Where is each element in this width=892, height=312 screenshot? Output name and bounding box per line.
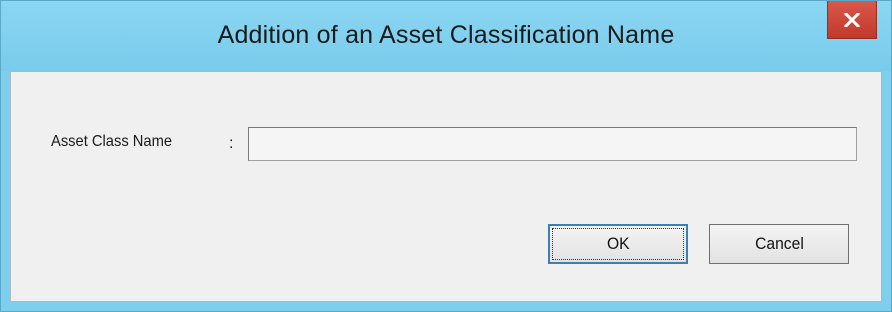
asset-class-name-label: Asset Class Name: [51, 133, 173, 150]
ok-button-label: OK: [606, 234, 630, 253]
dialog-body: Asset Class Name : OK Cancel: [10, 71, 882, 302]
close-icon: [844, 12, 860, 27]
title-bar[interactable]: Addition of an Asset Classification Name: [1, 1, 891, 71]
label-separator: :: [229, 135, 234, 152]
cancel-button[interactable]: Cancel: [709, 224, 849, 264]
cancel-button-label: Cancel: [754, 234, 804, 253]
dialog-title: Addition of an Asset Classification Name: [217, 21, 675, 49]
ok-button[interactable]: OK: [548, 224, 688, 264]
asset-class-name-input[interactable]: [248, 127, 857, 161]
dialog-window: Addition of an Asset Classification Name…: [0, 0, 892, 312]
close-button[interactable]: [827, 1, 877, 39]
